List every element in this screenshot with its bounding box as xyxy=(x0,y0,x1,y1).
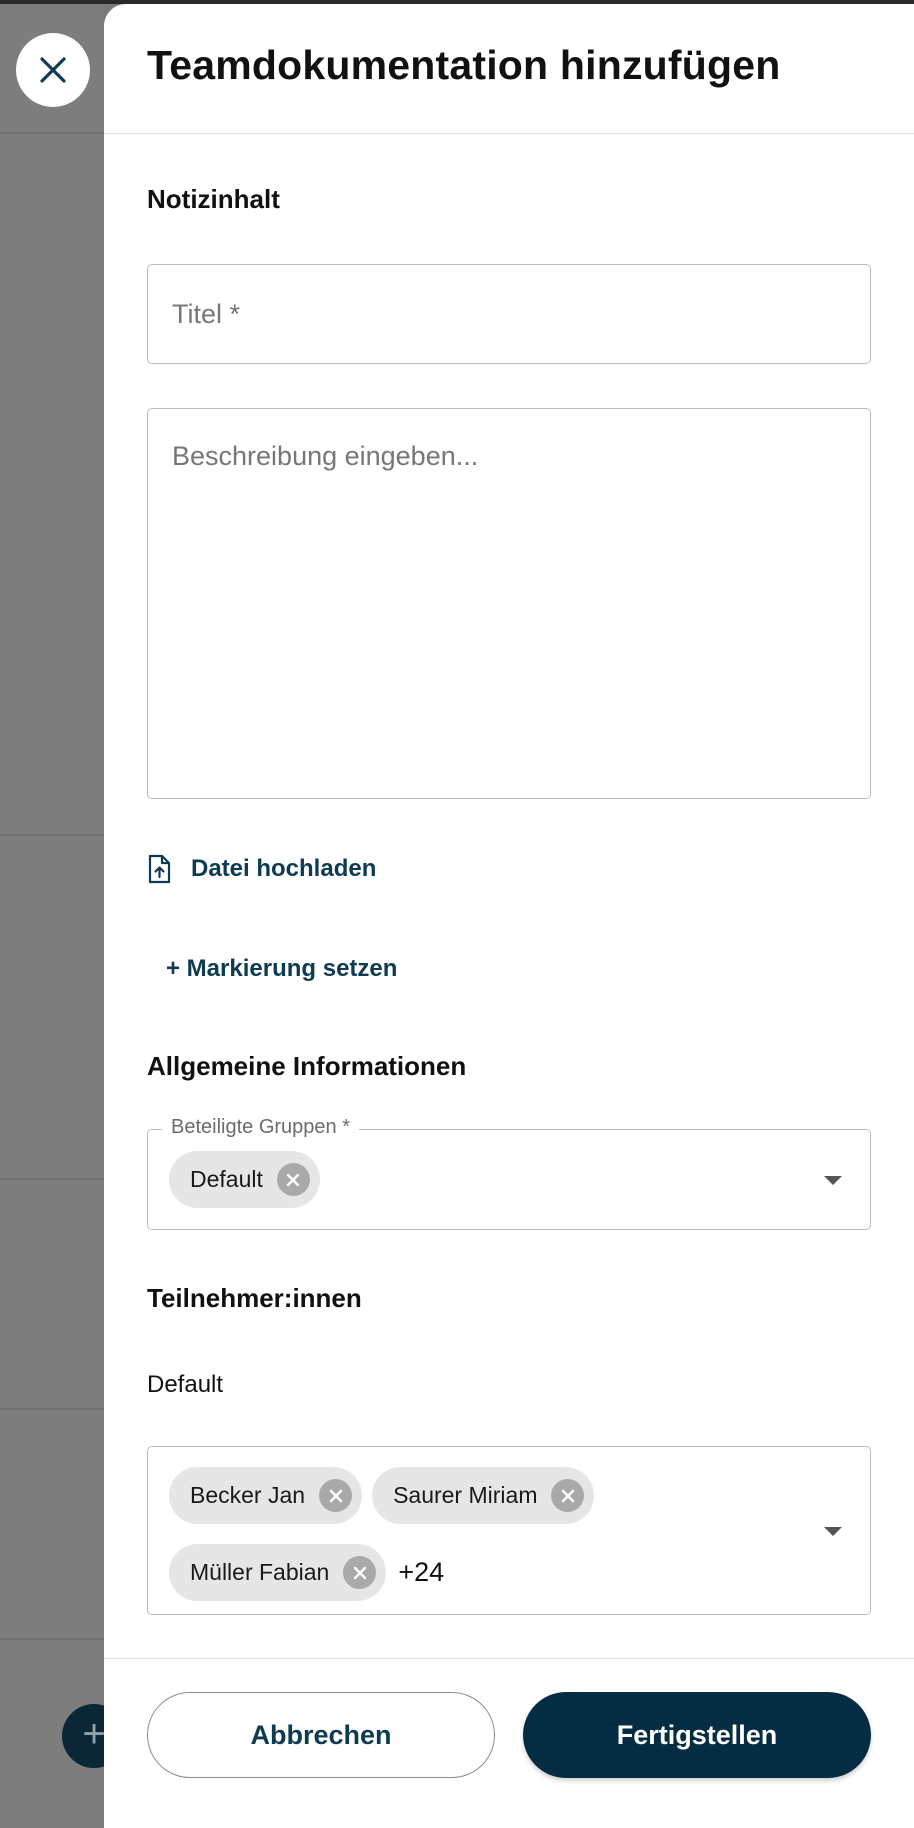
finish-button[interactable]: Fertigstellen xyxy=(523,1692,871,1778)
upload-file-label: Datei hochladen xyxy=(191,855,377,882)
groups-select[interactable]: Beteiligte Gruppen * Default xyxy=(147,1116,871,1230)
background-divider xyxy=(0,132,104,134)
chip-participant: Becker Jan xyxy=(169,1467,363,1524)
participants-heading: Teilnehmer:innen xyxy=(147,1283,362,1313)
remove-icon xyxy=(287,1173,300,1186)
add-marking-label: + Markierung setzen xyxy=(166,955,398,982)
title-input[interactable] xyxy=(148,265,870,363)
file-upload-icon xyxy=(148,854,171,884)
participants-chip-list: Becker Jan Saurer Miriam Müller Fabian +… xyxy=(169,1467,809,1601)
upload-file-button[interactable]: Datei hochladen xyxy=(147,854,376,884)
background-overlay[interactable]: + xyxy=(0,4,126,1828)
chip-label: Saurer Miriam xyxy=(393,1482,538,1508)
chip-label: Default xyxy=(190,1166,263,1192)
background-divider xyxy=(0,1408,104,1410)
chip-remove-button[interactable] xyxy=(551,1479,585,1512)
remove-icon xyxy=(329,1489,342,1502)
cancel-button[interactable]: Abbrechen xyxy=(147,1692,495,1778)
side-panel: Teamdokumentation hinzufügen Notizinhalt… xyxy=(104,4,914,1828)
background-divider xyxy=(0,834,104,836)
chip-remove-button[interactable] xyxy=(343,1556,377,1589)
description-field[interactable] xyxy=(147,408,871,799)
background-divider xyxy=(0,1638,104,1640)
chevron-down-icon[interactable] xyxy=(824,1176,842,1185)
groups-chip-list: Default xyxy=(169,1151,809,1208)
description-input[interactable] xyxy=(148,409,870,798)
panel-title: Teamdokumentation hinzufügen xyxy=(147,42,781,88)
panel-footer: Abbrechen Fertigstellen xyxy=(104,1658,914,1828)
note-content-heading: Notizinhalt xyxy=(147,184,280,214)
remove-icon xyxy=(561,1489,575,1502)
panel-header: Teamdokumentation hinzufügen xyxy=(104,4,914,134)
title-field[interactable] xyxy=(147,264,871,364)
participants-group-name: Default xyxy=(147,1371,224,1398)
add-marking-button[interactable]: + Markierung setzen xyxy=(166,955,397,983)
close-button[interactable] xyxy=(16,33,90,107)
chevron-down-icon[interactable] xyxy=(824,1527,842,1536)
chip-label: Becker Jan xyxy=(190,1482,306,1508)
remove-icon xyxy=(353,1566,367,1579)
chip-group-default: Default xyxy=(169,1151,320,1208)
background-divider xyxy=(0,1178,104,1180)
more-participants-count: +24 xyxy=(398,1557,445,1587)
chip-participant: Saurer Miriam xyxy=(372,1467,595,1524)
chip-remove-button[interactable] xyxy=(319,1479,353,1512)
chip-label: Müller Fabian xyxy=(190,1559,330,1585)
chip-participant: Müller Fabian xyxy=(169,1544,387,1601)
general-info-heading: Allgemeine Informationen xyxy=(147,1051,467,1081)
chip-remove-button[interactable] xyxy=(276,1163,310,1196)
close-icon xyxy=(40,57,66,83)
participants-select[interactable]: Becker Jan Saurer Miriam Müller Fabian +… xyxy=(147,1446,871,1615)
groups-select-label: Beteiligte Gruppen * xyxy=(162,1116,360,1139)
